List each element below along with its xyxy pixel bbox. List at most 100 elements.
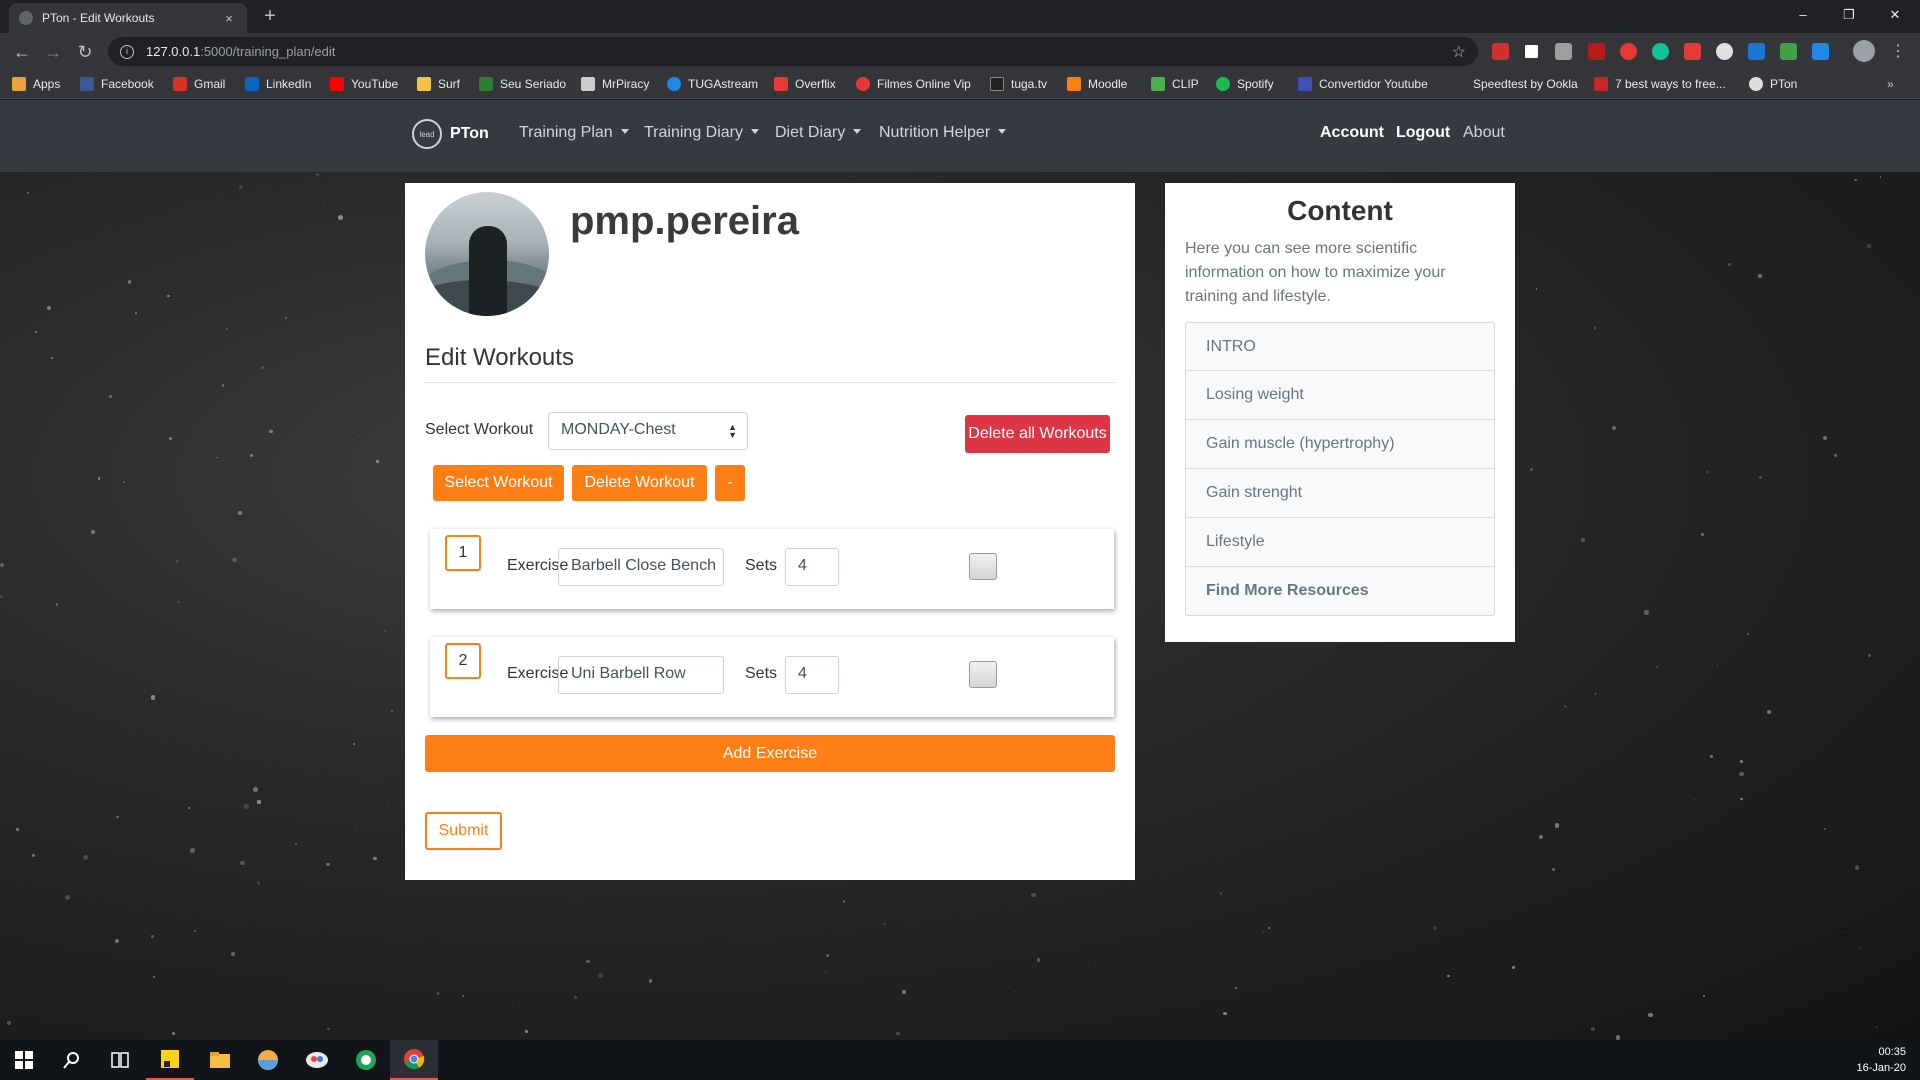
- app-icon[interactable]: [342, 1040, 390, 1080]
- bookmark-linkedin[interactable]: LinkedIn: [245, 70, 311, 98]
- sticky-notes-icon[interactable]: [146, 1040, 194, 1080]
- tab-close-icon[interactable]: ×: [221, 11, 237, 26]
- task-view-icon[interactable]: [96, 1040, 144, 1080]
- zip-extension-icon[interactable]: [1748, 43, 1765, 60]
- adblock-extension-icon[interactable]: [1492, 43, 1509, 60]
- bookmark-facebook[interactable]: Facebook: [80, 70, 154, 98]
- background-speck: [512, 1002, 514, 1004]
- caret-down-icon: [998, 129, 1007, 134]
- background-speck: [171, 1031, 175, 1035]
- system-clock[interactable]: 00:35 16-Jan-20: [1856, 1044, 1906, 1076]
- background-speck: [225, 327, 229, 331]
- exercise-checkbox[interactable]: [969, 553, 997, 580]
- nav-logout[interactable]: Logout: [1396, 124, 1450, 142]
- content-item-losing-weight[interactable]: Losing weight: [1185, 371, 1495, 420]
- bookmark-overflix[interactable]: Overflix: [774, 70, 836, 98]
- shield-extension-icon[interactable]: [1812, 43, 1829, 60]
- address-bar[interactable]: i 127.0.0.1:5000/training_plan/edit ☆: [108, 37, 1478, 66]
- background-speck: [648, 979, 653, 984]
- nav-account[interactable]: Account: [1320, 124, 1384, 142]
- forward-arrow-icon[interactable]: →: [39, 38, 67, 66]
- reload-icon[interactable]: ↻: [71, 38, 99, 66]
- pdf-extension-icon[interactable]: [1588, 43, 1605, 60]
- shield-extension-icon[interactable]: [1780, 43, 1797, 60]
- bookmark-label: Overflix: [795, 77, 836, 91]
- bookmark-moodle[interactable]: Moodle: [1067, 70, 1127, 98]
- bookmark-spotify[interactable]: Spotify: [1216, 70, 1274, 98]
- bookmark-surf[interactable]: Surf: [417, 70, 460, 98]
- close-window-button[interactable]: ✕: [1872, 0, 1918, 30]
- bookmark-convertidor-youtube[interactable]: Convertidor Youtube: [1298, 70, 1428, 98]
- sets-input[interactable]: 4: [785, 548, 839, 586]
- bookmark-mrpiracy[interactable]: MrPiracy: [581, 70, 649, 98]
- site-info-icon[interactable]: i: [120, 44, 134, 59]
- nav-diet-diary[interactable]: Diet Diary: [775, 124, 862, 142]
- sets-input[interactable]: 4: [785, 656, 839, 694]
- delete-all-workouts-button[interactable]: Delete all Workouts: [965, 415, 1110, 453]
- search-icon[interactable]: [48, 1040, 96, 1080]
- bookmark-apps[interactable]: Apps: [12, 70, 60, 98]
- background-speck: [1563, 705, 1567, 709]
- background-speck: [1267, 926, 1270, 929]
- background-speck: [896, 1031, 901, 1036]
- extension-icon[interactable]: [1523, 43, 1540, 60]
- content-item-lifestyle[interactable]: Lifestyle: [1185, 518, 1495, 567]
- content-item-gain-strength[interactable]: Gain strenght: [1185, 469, 1495, 518]
- drive-extension-icon[interactable]: [1555, 43, 1572, 60]
- nav-training-plan[interactable]: Training Plan: [519, 124, 629, 142]
- nav-training-diary[interactable]: Training Diary: [644, 124, 759, 142]
- chrome-icon[interactable]: [390, 1040, 438, 1080]
- content-item-find-more-resources[interactable]: Find More Resources: [1185, 567, 1495, 616]
- bookmark-clip[interactable]: CLIP: [1151, 70, 1199, 98]
- add-exercise-button[interactable]: Add Exercise: [425, 735, 1115, 772]
- extension-icon[interactable]: [1620, 43, 1637, 60]
- bookmark-star-icon[interactable]: ☆: [1452, 42, 1466, 62]
- bookmark-youtube[interactable]: YouTube: [330, 70, 398, 98]
- exercise-name-input[interactable]: Barbell Close Bench: [558, 548, 724, 586]
- bookmarks-overflow-icon[interactable]: »: [1887, 70, 1894, 98]
- content-item-intro[interactable]: INTRO: [1185, 322, 1495, 371]
- exercise-checkbox[interactable]: [969, 661, 997, 688]
- background-speck: [1858, 947, 1861, 950]
- brand-link[interactable]: lead PTon: [412, 119, 489, 149]
- app-icon[interactable]: [244, 1040, 292, 1080]
- background-speck: [1013, 990, 1016, 992]
- file-explorer-icon[interactable]: [196, 1040, 244, 1080]
- submit-button[interactable]: Submit: [425, 812, 502, 850]
- background-speck: [91, 529, 96, 534]
- nav-label: Nutrition Helper: [879, 124, 991, 141]
- tugastream-icon: [667, 77, 681, 91]
- bookmark-7-best-ways[interactable]: 7 best ways to free...: [1594, 70, 1726, 98]
- bookmark-tugastream[interactable]: TUGAstream: [667, 70, 758, 98]
- nav-nutrition-helper[interactable]: Nutrition Helper: [879, 124, 1007, 142]
- workout-select[interactable]: MONDAY-Chest ▲ ▼: [548, 412, 748, 450]
- menu-kebab-icon[interactable]: ⋮: [1884, 38, 1912, 66]
- select-workout-button[interactable]: Select Workout: [433, 465, 564, 501]
- content-item-gain-muscle[interactable]: Gain muscle (hypertrophy): [1185, 420, 1495, 469]
- extension-icon[interactable]: [1684, 43, 1701, 60]
- background-speck: [1094, 965, 1096, 967]
- browser-tab[interactable]: PTon - Edit Workouts ×: [9, 3, 247, 33]
- app-icon[interactable]: [293, 1040, 341, 1080]
- delete-workout-button[interactable]: Delete Workout: [572, 465, 707, 501]
- workout-select-value: MONDAY-Chest: [561, 421, 676, 438]
- background-speck: [150, 695, 155, 700]
- windows-start-icon[interactable]: [0, 1040, 48, 1080]
- remove-exercise-button[interactable]: -: [715, 465, 745, 501]
- bookmark-seu-seriado[interactable]: Seu Seriado: [479, 70, 566, 98]
- profile-avatar[interactable]: [1853, 40, 1875, 62]
- minimize-button[interactable]: –: [1780, 0, 1826, 30]
- bookmark-pton[interactable]: PTon: [1749, 70, 1797, 98]
- bookmark-tugatv[interactable]: tuga.tv: [990, 70, 1047, 98]
- back-arrow-icon[interactable]: ←: [8, 38, 36, 66]
- bookmark-filmes-online-vip[interactable]: Filmes Online Vip: [856, 70, 971, 98]
- bookmark-label: Moodle: [1088, 77, 1128, 91]
- exercise-name-input[interactable]: Uni Barbell Row: [558, 656, 724, 694]
- bookmark-gmail[interactable]: Gmail: [173, 70, 225, 98]
- new-tab-button[interactable]: +: [258, 4, 282, 28]
- extension-icon[interactable]: [1716, 43, 1733, 60]
- bookmark-speedtest[interactable]: Speedtest by Ookla: [1473, 70, 1578, 98]
- nav-about[interactable]: About: [1463, 124, 1505, 142]
- grammarly-extension-icon[interactable]: [1652, 43, 1669, 60]
- restore-button[interactable]: ❐: [1826, 0, 1872, 30]
